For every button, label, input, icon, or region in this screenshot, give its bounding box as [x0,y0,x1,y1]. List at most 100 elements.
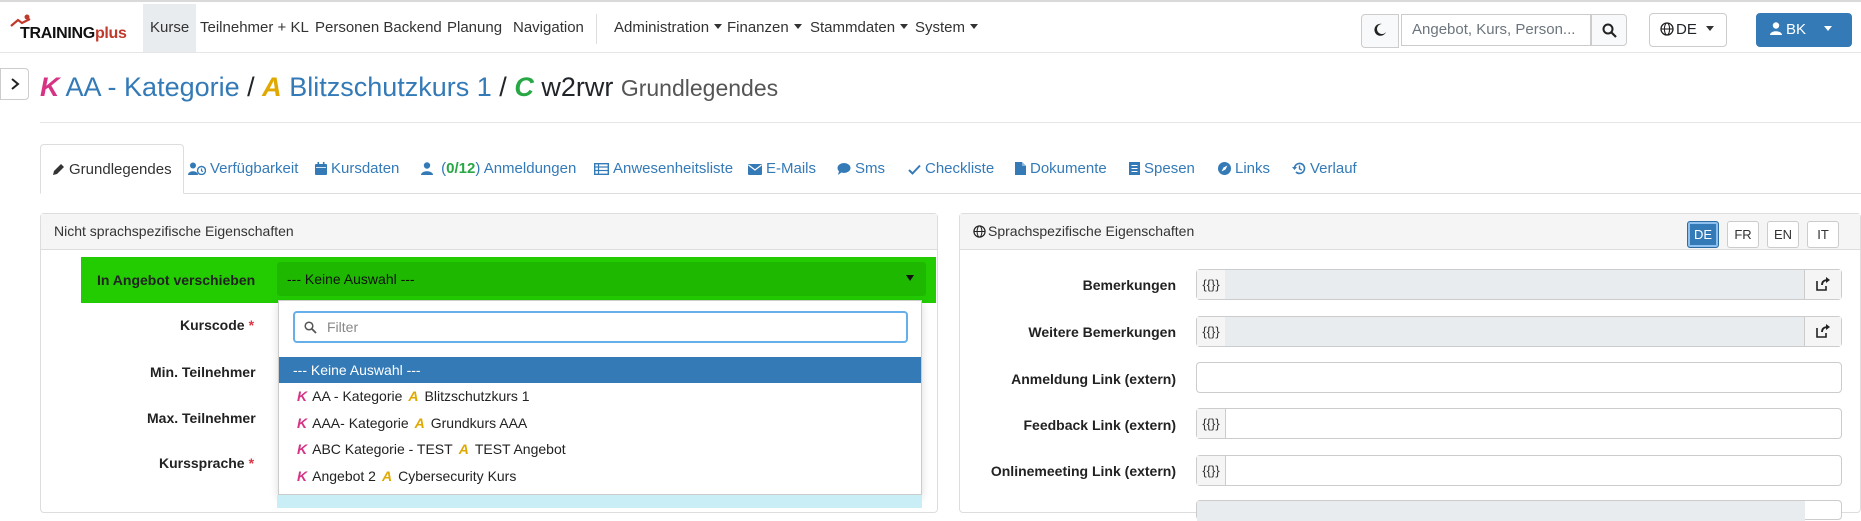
user-clock-icon [188,162,207,176]
option-kategorie: Angebot 2 [312,468,376,484]
feedback-link-label: Feedback Link (extern) [1023,417,1177,433]
anmeldung-link-label: Anmeldung Link (extern) [1011,371,1176,387]
comment-icon [837,163,851,175]
required-mark: * [248,317,255,333]
onlinemeeting-link-field[interactable]: {{}} [1196,455,1842,486]
tab-label: Dokumente [1030,160,1107,177]
min-teilnehmer-label: Min. Teilnehmer [150,364,256,380]
nav-planung[interactable]: Planung [440,4,509,52]
kategorie-letter: K [297,415,308,431]
tab-anwesenheitsliste[interactable]: Anwesenheitsliste [593,144,734,193]
label-text: Kurssprache [159,455,245,471]
panel-title: Sprachspezifische Eigenschaften [988,223,1195,239]
tab-label: Spesen [1144,160,1195,177]
globe-icon [1660,22,1674,36]
kurssprache-label: Kurssprache * [159,455,254,471]
user-menu-button[interactable]: BK [1756,13,1852,47]
dropdown-option[interactable]: K AAA- Kategorie A Grundkurs AAA [297,415,527,431]
label-text: Kurscode [180,317,245,333]
anmeldung-link-input[interactable] [1196,362,1842,393]
kurssprache-select[interactable] [277,495,922,508]
envelope-icon [748,164,762,175]
nav-finanzen-menu[interactable]: Finanzen [720,4,809,52]
compass-icon [1218,162,1231,175]
disabled-input [1225,270,1805,299]
language-tab-en[interactable]: EN [1767,221,1799,248]
panel-heading: Nicht sprachspezifische Eigenschaften [41,214,937,250]
placeholder-prefix: {{}} [1197,317,1226,346]
dropdown-option[interactable]: K ABC Kategorie - TEST A TEST Angebot [297,441,566,457]
bemerkungen-field[interactable]: {{}} [1196,269,1842,300]
weitere-bemerkungen-field[interactable]: {{}} [1196,316,1842,347]
placeholder-prefix: {{}} [1197,409,1226,438]
feedback-link-field[interactable]: {{}} [1196,408,1842,439]
kategorie-letter: K [297,388,308,404]
trainingplus-logo[interactable]: TRAININGplus [8,12,138,46]
nav-navigation[interactable]: Navigation [506,4,591,52]
nav-stammdaten-menu[interactable]: Stammdaten [803,4,915,52]
kategorie-letter: K [297,468,308,484]
tab-grundlegendes[interactable]: Grundlegendes [40,144,184,194]
breadcrumb-separator: / [499,72,507,102]
dropdown-option-none[interactable]: --- Keine Auswahl --- [279,357,921,383]
next-field-partial[interactable] [1196,500,1842,521]
tab-dokumente[interactable]: Dokumente [1015,144,1107,193]
kategorie-letter: K [297,441,308,457]
kategorie-link[interactable]: AA - Kategorie [66,72,240,102]
tab-label: E-Mails [766,160,817,177]
open-editor-button[interactable] [1804,317,1841,346]
anmeldungen-count-badge: 0/12 [446,160,476,177]
nav-administration-menu[interactable]: Administration [607,4,729,52]
language-tab-fr[interactable]: FR [1727,221,1759,248]
dark-mode-button[interactable] [1361,14,1399,48]
tab-links[interactable]: Links [1218,144,1270,193]
angebot-letter: A [381,468,393,484]
tab-spesen[interactable]: Spesen [1129,144,1195,193]
onlinemeeting-link-label: Onlinemeeting Link (extern) [990,463,1176,479]
tab-kursdaten[interactable]: Kursdaten [315,144,399,193]
tab-label: Anwesenheitsliste [613,160,734,177]
calendar-icon [315,162,327,175]
history-icon [1292,162,1306,175]
language-tab-de[interactable]: DE [1687,221,1719,248]
language-select-button[interactable]: DE [1649,13,1727,47]
receipt-icon [1129,162,1140,175]
move-to-offer-select[interactable]: --- Keine Auswahl --- [277,262,926,296]
nav-kurse[interactable]: Kurse [143,4,197,52]
tab-anmeldungen[interactable]: (0/12) Anmeldungen [421,144,576,193]
open-editor-button[interactable] [1804,270,1841,299]
max-teilnehmer-label: Max. Teilnehmer [147,410,256,426]
global-search-input[interactable]: Angebot, Kurs, Person... [1401,14,1591,46]
table-list-icon [593,162,610,176]
tab-verfuegbarkeit[interactable]: Verfügbarkeit [188,144,298,193]
dropdown-option[interactable]: K AA - Kategorie A Blitzschutzkurs 1 [297,388,530,404]
nav-personen-backend[interactable]: Personen Backend [308,4,449,52]
kurscode-label: Kurscode * [180,317,254,333]
option-angebot: TEST Angebot [474,441,566,457]
angebot-letter: A [458,441,469,457]
option-angebot: Grundkurs AAA [430,415,528,431]
user-icon [1770,22,1782,35]
tab-sms[interactable]: Sms [837,144,885,193]
pencil-icon [53,164,64,175]
dropdown-filter-input[interactable]: Filter [293,311,908,343]
tab-label: Links [1235,160,1271,177]
sidebar-toggle-button[interactable] [0,68,29,100]
language-tab-it[interactable]: IT [1807,221,1839,248]
nav-system-menu[interactable]: System [908,4,985,52]
search-icon [1602,23,1617,38]
angebot-letter: A [408,388,419,404]
offer-dropdown: Filter --- Keine Auswahl --- K AA - Kateg… [278,300,922,495]
nav-teilnehmer-kl[interactable]: Teilnehmer + KL [193,4,316,52]
kurs-name: w2rwr [541,72,614,102]
angebot-letter: A [414,415,425,431]
angebot-link[interactable]: Blitzschutzkurs 1 [289,72,492,102]
tab-emails[interactable]: E-Mails [748,144,816,193]
page-title: K AA - Kategorie / A Blitzschutzkurs 1 /… [40,72,778,103]
tab-checkliste[interactable]: Checkliste [908,144,994,193]
dropdown-option[interactable]: K Angebot 2 A Cybersecurity Kurs [297,468,516,484]
tab-verlauf[interactable]: Verlauf [1292,144,1357,193]
external-share-icon [1816,277,1830,291]
caret-down-icon [906,275,914,281]
search-button[interactable] [1591,14,1627,46]
